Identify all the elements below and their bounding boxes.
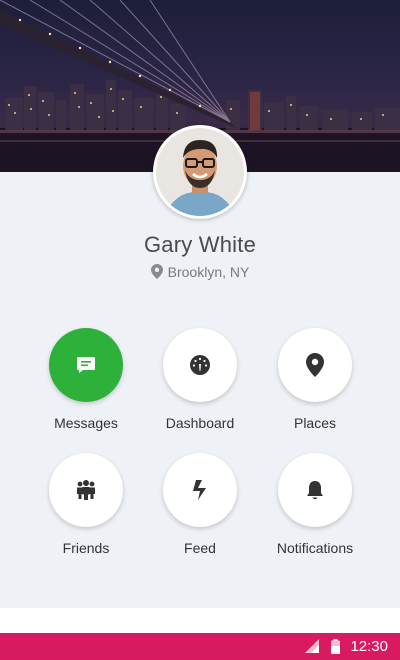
menu-label: Places	[293, 415, 337, 431]
menu-item-feed[interactable]: Feed	[140, 453, 260, 556]
menu-item-places[interactable]: Places	[255, 328, 375, 431]
places-button[interactable]	[278, 328, 352, 402]
status-icons	[304, 639, 340, 657]
status-time: 12:30	[350, 638, 388, 655]
friends-button[interactable]	[49, 453, 123, 527]
profile-location: Brooklyn, NY	[0, 264, 400, 282]
menu-label: Messages	[54, 415, 118, 431]
bell-icon	[307, 481, 323, 500]
messages-button[interactable]	[49, 328, 123, 402]
profile-name: Gary White	[143, 232, 257, 257]
notifications-button[interactable]	[278, 453, 352, 527]
menu-label: Feed	[184, 540, 216, 556]
menu-label: Notifications	[276, 540, 354, 556]
menu-label: Dashboard	[165, 415, 235, 431]
place-icon	[306, 353, 324, 377]
battery-icon	[331, 639, 340, 654]
location-text: Brooklyn, NY	[167, 264, 250, 280]
feed-button[interactable]	[163, 453, 237, 527]
avatar[interactable]	[153, 125, 247, 219]
feed-icon	[193, 480, 206, 500]
status-bar: 12:30	[0, 633, 400, 660]
message-icon	[77, 357, 95, 373]
menu-item-messages[interactable]: Messages	[26, 328, 146, 431]
signal-icon	[304, 639, 319, 653]
menu-item-notifications[interactable]: Notifications	[255, 453, 375, 556]
friends-icon	[77, 480, 95, 500]
menu-item-dashboard[interactable]: Dashboard	[140, 328, 260, 431]
menu-label: Friends	[62, 540, 110, 556]
dashboard-icon	[190, 355, 210, 375]
menu-item-friends[interactable]: Friends	[26, 453, 146, 556]
location-pin-icon	[150, 264, 163, 282]
dashboard-button[interactable]	[163, 328, 237, 402]
